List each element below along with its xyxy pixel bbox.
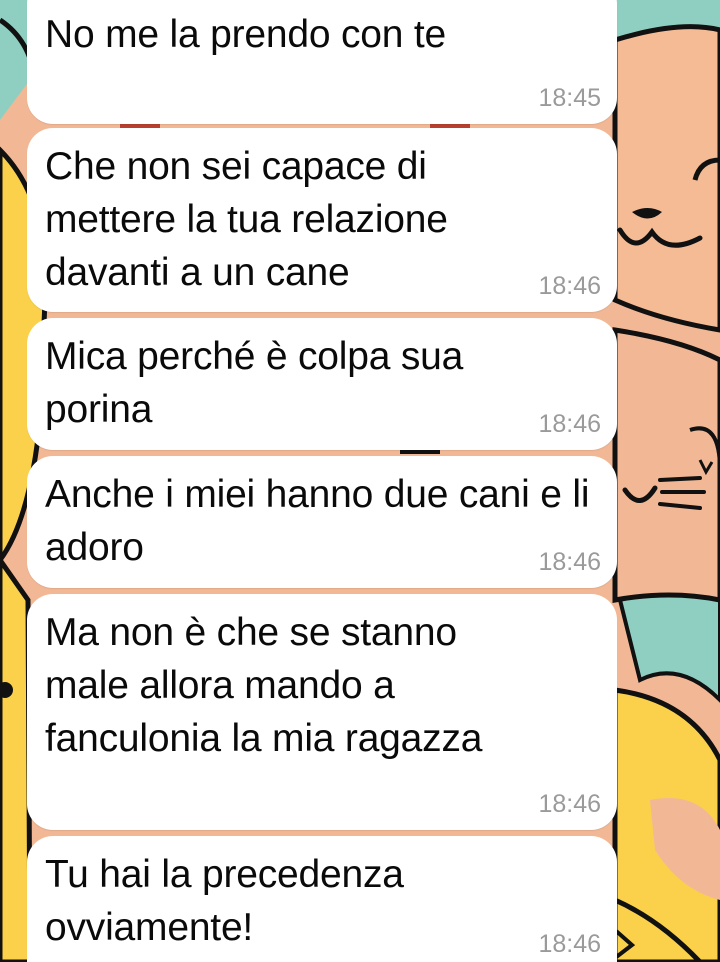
chat-view: No me la prendo con te 18:45 Che non sei…	[0, 0, 720, 962]
message-text: Anche i miei hanno due cani e li adoro	[45, 473, 600, 569]
message-bubble[interactable]: Che non sei capace di mettere la tua rel…	[27, 128, 617, 312]
message-timestamp: 18:46	[538, 272, 601, 300]
message-bubble[interactable]: No me la prendo con te 18:45	[27, 0, 617, 124]
message-timestamp: 18:46	[538, 930, 601, 958]
message-bubble[interactable]: Tu hai la precedenza ovviamente! 18:46	[27, 836, 617, 962]
message-timestamp: 18:46	[538, 548, 601, 576]
message-text: Tu hai la precedenza ovviamente!	[45, 853, 415, 949]
message-bubble[interactable]: Anche i miei hanno due cani e li adoro 1…	[27, 456, 617, 588]
message-bubble[interactable]: Ma non è che se stanno male allora mando…	[27, 594, 617, 830]
message-text: Mica perché è colpa sua porina	[45, 335, 474, 431]
message-timestamp: 18:46	[538, 410, 601, 438]
message-timestamp: 18:46	[538, 790, 601, 818]
message-text: No me la prendo con te	[45, 13, 447, 56]
message-text: Ma non è che se stanno male allora mando…	[45, 611, 483, 760]
message-text: Che non sei capace di mettere la tua rel…	[45, 145, 459, 294]
message-timestamp: 18:45	[538, 84, 601, 112]
message-bubble[interactable]: Mica perché è colpa sua porina 18:46	[27, 318, 617, 450]
